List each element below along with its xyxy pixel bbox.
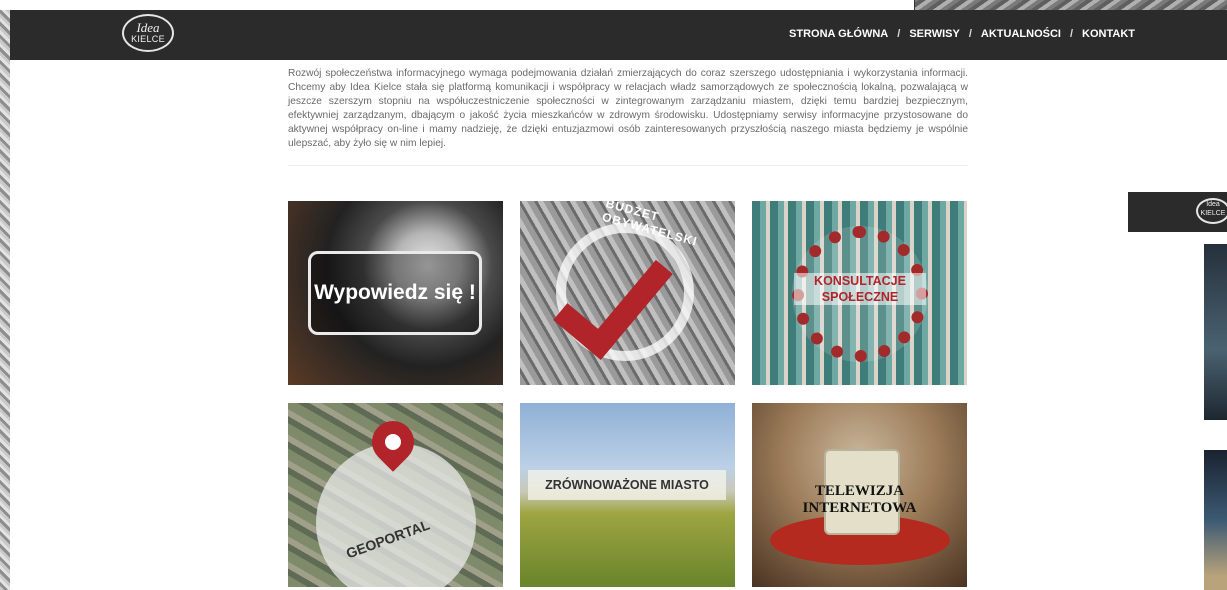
nav-contact-link[interactable]: KONTAKT [1082, 28, 1135, 40]
tile-geoportal[interactable]: GEOPORTAL [288, 403, 503, 587]
second-window-header: Idea KIELCE [1128, 192, 1227, 232]
idea-kielce-logo[interactable]: Idea KIELCE [122, 14, 174, 52]
nav-home-link[interactable]: STRONA GŁÓWNA [789, 28, 888, 40]
intro-paragraph: Rozwój społeczeństwa informacyjnego wyma… [288, 68, 968, 150]
top-window-strip [0, 0, 915, 10]
browser-page: Idea KIELCE STRONA GŁÓWNA / SERWISY / AKTUAL… [10, 10, 1227, 590]
tile-telewizja-internetowa[interactable]: TELEWIZJA INTERNETOWA [752, 403, 967, 587]
tile-label: KONSULTACJE SPOŁECZNE [794, 273, 926, 305]
tile-budzet-obywatelski[interactable]: BUDŻET OBYWATELSKI [520, 201, 735, 385]
tile-label: Wypowiedz się ! [308, 251, 482, 335]
second-window-logo: Idea KIELCE [1196, 198, 1227, 224]
tile-label: ZRÓWNOWAŻONE MIASTO [528, 470, 726, 500]
tile-konsultacje-spoleczne[interactable]: KONSULTACJE SPOŁECZNE [752, 201, 967, 385]
second-window-image-bottom [1204, 450, 1227, 590]
nav-services-link[interactable]: SERWISY [909, 28, 960, 40]
tile-label: TELEWIZJA INTERNETOWA [802, 483, 917, 516]
nav-separator: / [968, 28, 972, 40]
second-window-image-top [1204, 244, 1227, 420]
nav-news-link[interactable]: AKTUALNOŚCI [981, 28, 1061, 40]
nav-separator: / [897, 28, 901, 40]
logo-text-kielce: KIELCE [131, 34, 165, 44]
second-browser-window[interactable]: Idea KIELCE [1128, 192, 1227, 590]
nav-separator: / [1069, 28, 1074, 40]
site-header: Idea KIELCE STRONA GŁÓWNA / SERWISY / AKTUAL… [10, 10, 1227, 60]
content-divider [288, 165, 968, 166]
logo-text-idea: Idea [136, 20, 160, 35]
tile-zrownowazone-miasto[interactable]: ZRÓWNOWAŻONE MIASTO [520, 403, 735, 587]
main-navigation: STRONA GŁÓWNA / SERWISY / AKTUALNOŚCI / KONTAK… [789, 28, 1135, 44]
tile-wypowiedz-sie[interactable]: Wypowiedz się ! [288, 201, 503, 385]
